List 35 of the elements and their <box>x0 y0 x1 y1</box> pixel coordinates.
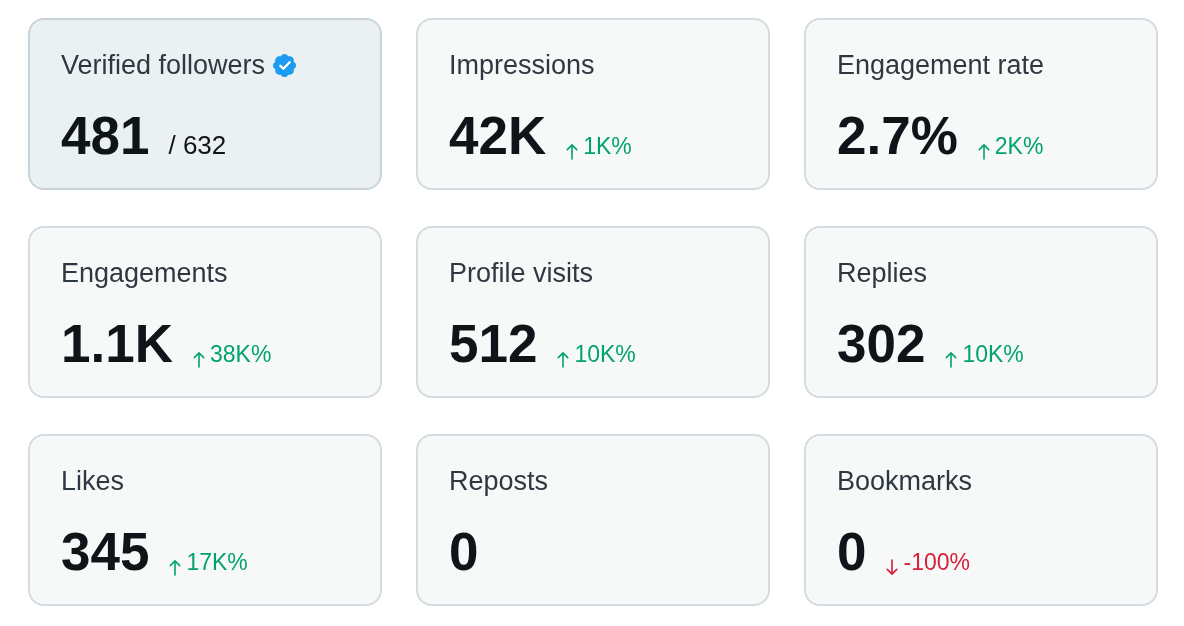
metric-value: 0 <box>449 525 479 578</box>
metric-card[interactable]: Verified followers 481 / 632 <box>28 18 382 190</box>
metric-title: Verified followers <box>61 50 266 80</box>
metric-card[interactable]: Bookmarks 0 -100% <box>804 434 1158 606</box>
metric-title: Replies <box>837 258 928 288</box>
metric-title: Impressions <box>449 50 595 80</box>
metric-card[interactable]: Likes 345 17K% <box>28 434 382 606</box>
metric-title: Reposts <box>449 466 549 496</box>
metric-value: 345 <box>61 525 150 578</box>
change-percent: 17K% <box>186 551 248 574</box>
metric-card[interactable]: Reposts 0 <box>416 434 770 606</box>
metric-card[interactable]: Replies 302 10K% <box>804 226 1158 398</box>
change-percent: 10K% <box>574 343 636 366</box>
change-percent: 38K% <box>209 343 272 366</box>
metric-title: Engagements <box>61 258 228 288</box>
change-percent: 2K% <box>994 135 1044 158</box>
metric-card[interactable]: Impressions 42K 1K% <box>416 18 770 190</box>
metric-total: / 632 <box>168 132 227 158</box>
metric-value: 481 <box>61 109 150 162</box>
metric-card[interactable]: Engagements 1.1K 38K% <box>28 226 382 398</box>
metric-value: 1.1K <box>61 317 173 370</box>
metric-card[interactable]: Profile visits 512 10K% <box>416 226 770 398</box>
metric-title: Likes <box>61 466 125 496</box>
change-percent: 1K% <box>583 135 632 158</box>
metric-value: 512 <box>449 317 538 370</box>
metric-value: 42K <box>449 109 547 162</box>
change-percent: 10K% <box>962 343 1024 366</box>
metric-value: 0 <box>837 525 867 578</box>
metric-value: 302 <box>837 317 926 370</box>
metric-title: Profile visits <box>449 258 594 288</box>
metric-card[interactable]: Engagement rate 2.7% 2K% <box>804 18 1158 190</box>
metric-title: Bookmarks <box>837 466 973 496</box>
change-percent: -100% <box>903 551 970 574</box>
metric-title: Engagement rate <box>837 50 1045 80</box>
metric-value: 2.7% <box>837 109 958 162</box>
